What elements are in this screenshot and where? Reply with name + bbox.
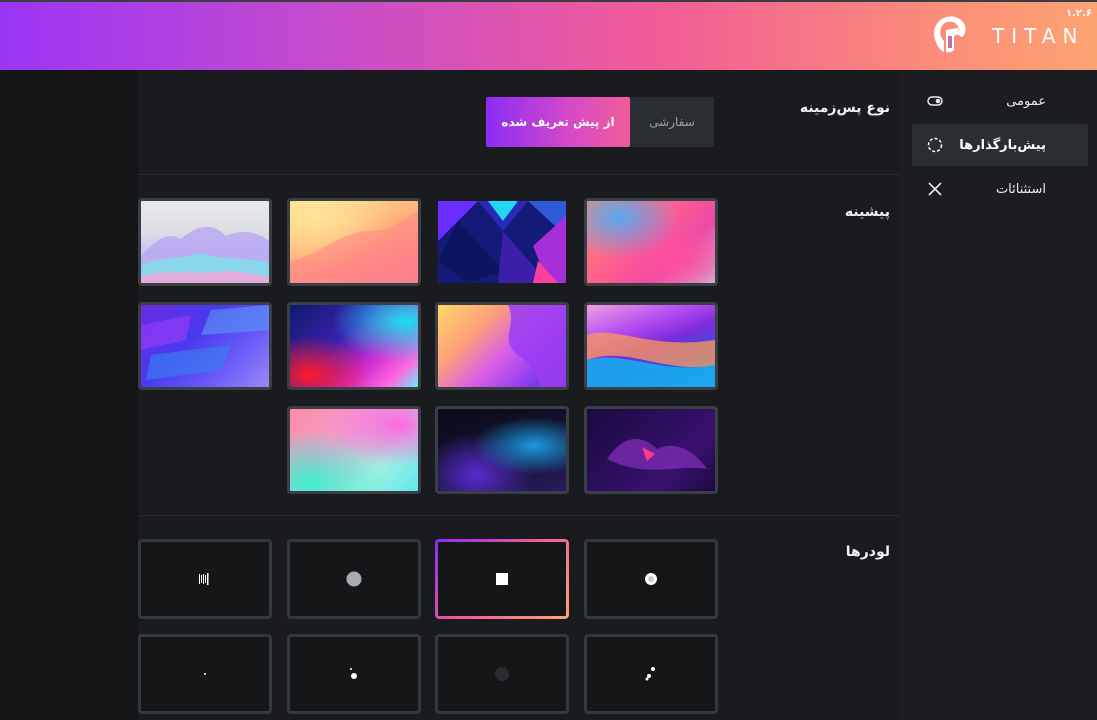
mountain-pattern (141, 226, 269, 283)
wave-pattern (607, 439, 707, 470)
loaders-label: لودرها (845, 544, 890, 560)
left-gutter (0, 70, 168, 720)
sidebar-item-preloaders[interactable]: پیش‌بارگذارها (912, 124, 1088, 166)
preset-thumb-5[interactable] (584, 302, 718, 390)
loader-option-5[interactable] (584, 634, 718, 714)
preset-thumb-11[interactable] (287, 406, 421, 494)
wave-pattern (290, 211, 418, 283)
loader-option-1[interactable] (584, 539, 718, 619)
preset-thumb-9[interactable] (584, 406, 718, 494)
preset-thumb-7[interactable] (287, 302, 421, 390)
settings-panel: نوع پس‌زمینه از پیش تعریف شده سفارشی پیش… (138, 70, 900, 720)
scatter-dots-icon (645, 667, 655, 681)
circle-loader-icon (927, 137, 943, 153)
preset-thumb-8[interactable] (138, 302, 272, 390)
loader-option-4[interactable] (138, 539, 272, 619)
loader-option-6[interactable] (435, 634, 569, 714)
wave-pattern (587, 332, 715, 387)
loader-option-3[interactable] (287, 539, 421, 619)
sidebar-item-exceptions[interactable]: استثنائات (912, 168, 1088, 210)
presets-label: پیشینه (844, 204, 890, 220)
wave-pattern (508, 305, 566, 387)
loader-option-8[interactable] (138, 634, 272, 714)
toggle-icon (927, 96, 943, 106)
spartan-helmet-logo-icon (934, 16, 966, 53)
preset-thumb-1[interactable] (584, 198, 718, 286)
background-type-toggle: از پیش تعریف شده سفارشی (486, 97, 714, 147)
loader-option-2[interactable] (435, 539, 569, 619)
orbit-dot-icon (350, 668, 357, 679)
preset-thumb-2[interactable] (435, 198, 569, 286)
custom-option-button[interactable]: سفارشی (630, 97, 714, 147)
square-icon (496, 573, 508, 585)
circle-icon (346, 571, 362, 587)
bars-icon (199, 573, 209, 585)
divider (138, 174, 900, 175)
background-type-label: نوع پس‌زمینه (799, 100, 890, 116)
brand-title: TITAN (992, 24, 1085, 48)
preset-option-button[interactable]: از پیش تعریف شده (486, 97, 630, 147)
stripe-pattern (141, 305, 269, 380)
app-window: ۱.۲.۶ TITAN نوع پس‌زمینه از پیش تعریف شد… (0, 0, 1097, 720)
geometric-pattern-icon (438, 201, 566, 283)
sidebar: عمومی پیش‌بارگذارها استثنائات (900, 70, 1097, 720)
sidebar-item-label: استثنائات (995, 181, 1046, 197)
header-bar: ۱.۲.۶ TITAN (0, 0, 1097, 70)
preset-thumb-10[interactable] (435, 406, 569, 494)
preset-thumb-6[interactable] (435, 302, 569, 390)
preset-thumb-4[interactable] (138, 198, 272, 286)
sidebar-item-label: عمومی (1006, 93, 1046, 109)
dim-circle-icon (495, 667, 509, 681)
loader-option-7[interactable] (287, 634, 421, 714)
sidebar-item-general[interactable]: عمومی (912, 80, 1088, 122)
sidebar-item-label: پیش‌بارگذارها (959, 137, 1046, 153)
close-icon (928, 182, 942, 196)
ring-dot-icon (645, 573, 657, 585)
top-border (0, 0, 1097, 2)
tiny-dot-icon (204, 673, 206, 675)
preset-thumb-3[interactable] (287, 198, 421, 286)
version-label: ۱.۲.۶ (1066, 8, 1092, 19)
divider (138, 515, 900, 516)
